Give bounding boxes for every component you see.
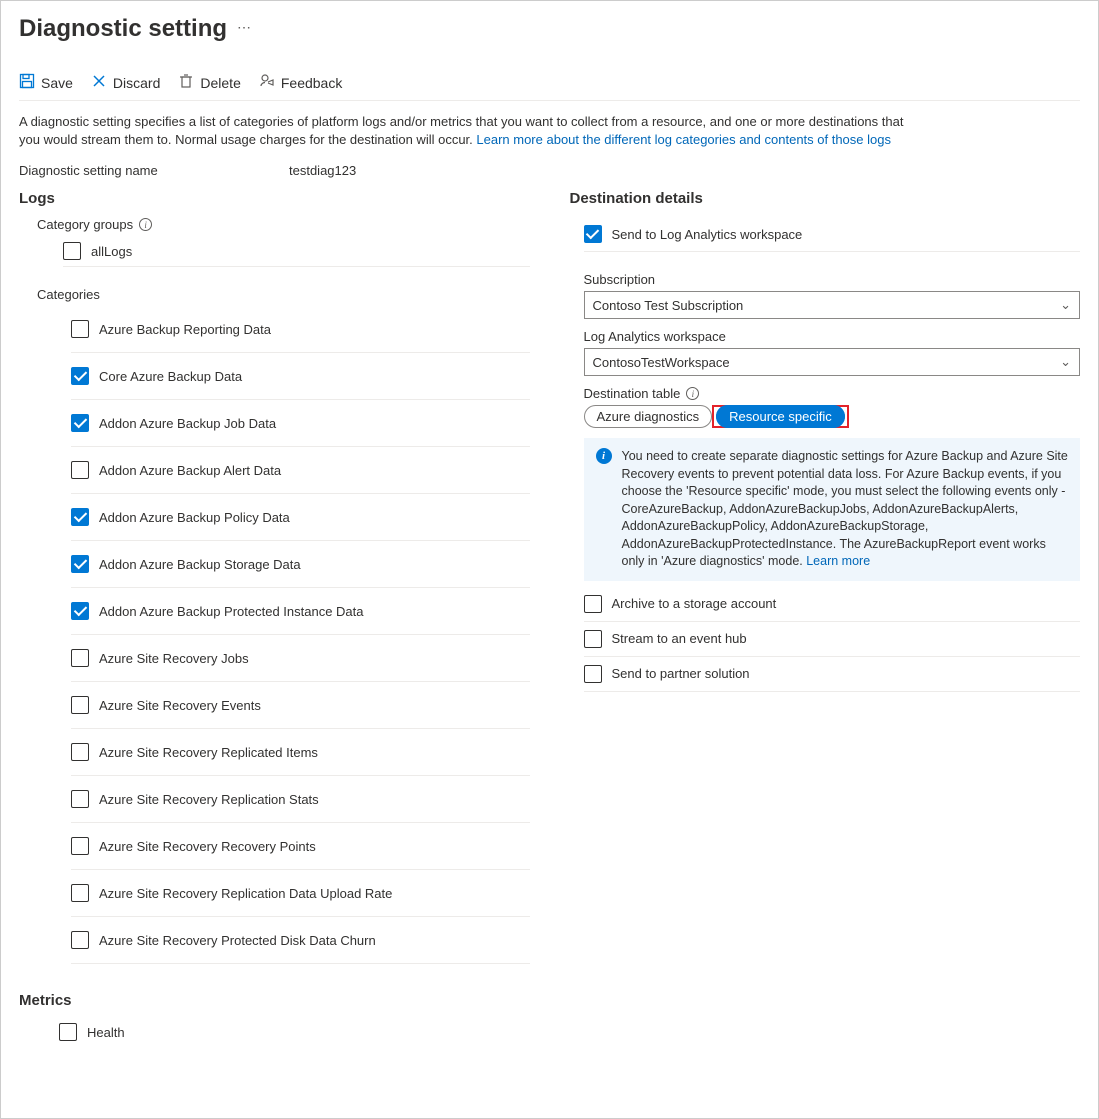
category-label: Addon Azure Backup Alert Data: [99, 463, 281, 478]
feedback-icon: [259, 73, 275, 92]
category-checkbox[interactable]: [71, 508, 89, 526]
category-checkbox[interactable]: [71, 461, 89, 479]
eventhub-label: Stream to an event hub: [612, 631, 747, 646]
category-checkbox[interactable]: [71, 414, 89, 432]
category-label: Addon Azure Backup Job Data: [99, 416, 276, 431]
category-label: Azure Site Recovery Replication Stats: [99, 792, 319, 807]
category-label: Azure Site Recovery Replication Data Upl…: [99, 886, 392, 901]
category-label: Addon Azure Backup Storage Data: [99, 557, 301, 572]
archive-label: Archive to a storage account: [612, 596, 777, 611]
trash-icon: [178, 73, 194, 92]
workspace-select[interactable]: ContosoTestWorkspace ⌄: [584, 348, 1081, 376]
highlight-box: Resource specific: [712, 405, 849, 428]
learn-more-link[interactable]: Learn more about the different log categ…: [476, 132, 891, 147]
workspace-label: Log Analytics workspace: [584, 329, 1081, 344]
metrics-heading: Metrics: [19, 992, 530, 1009]
category-checkbox[interactable]: [71, 931, 89, 949]
toggle-resource-specific[interactable]: Resource specific: [716, 405, 845, 428]
categories-label: Categories: [37, 287, 530, 302]
feedback-button[interactable]: Feedback: [259, 73, 342, 92]
category-checkbox[interactable]: [71, 367, 89, 385]
send-la-checkbox[interactable]: [584, 225, 602, 243]
save-icon: [19, 73, 35, 92]
metric-label: Health: [87, 1025, 125, 1040]
chevron-down-icon: ⌄: [1060, 354, 1071, 370]
category-checkbox[interactable]: [71, 602, 89, 620]
close-icon: [91, 73, 107, 92]
chevron-down-icon: ⌄: [1060, 297, 1071, 313]
category-label: Addon Azure Backup Protected Instance Da…: [99, 604, 364, 619]
category-checkbox[interactable]: [71, 320, 89, 338]
info-icon[interactable]: i: [139, 218, 152, 231]
delete-label: Delete: [200, 75, 240, 91]
metric-checkbox[interactable]: [59, 1023, 77, 1041]
info-learn-more-link[interactable]: Learn more: [806, 554, 870, 568]
category-checkbox[interactable]: [71, 696, 89, 714]
info-icon: i: [596, 448, 612, 464]
destination-heading: Destination details: [570, 190, 1081, 207]
partner-label: Send to partner solution: [612, 666, 750, 681]
more-icon[interactable]: ⋯: [237, 19, 253, 40]
category-checkbox[interactable]: [71, 837, 89, 855]
category-label: Azure Backup Reporting Data: [99, 322, 271, 337]
category-checkbox[interactable]: [71, 790, 89, 808]
save-button[interactable]: Save: [19, 73, 73, 92]
category-checkbox[interactable]: [71, 649, 89, 667]
category-checkbox[interactable]: [71, 884, 89, 902]
send-la-label: Send to Log Analytics workspace: [612, 227, 803, 242]
category-label: Azure Site Recovery Protected Disk Data …: [99, 933, 376, 948]
discard-button[interactable]: Discard: [91, 73, 160, 92]
alllogs-checkbox[interactable]: [63, 242, 81, 260]
archive-checkbox[interactable]: [584, 595, 602, 613]
logs-heading: Logs: [19, 190, 530, 207]
category-label: Azure Site Recovery Events: [99, 698, 261, 713]
delete-button[interactable]: Delete: [178, 73, 240, 92]
category-checkbox[interactable]: [71, 555, 89, 573]
page-title: Diagnostic setting: [19, 15, 227, 43]
category-label: Azure Site Recovery Replicated Items: [99, 745, 318, 760]
eventhub-checkbox[interactable]: [584, 630, 602, 648]
category-checkbox[interactable]: [71, 743, 89, 761]
category-label: Azure Site Recovery Jobs: [99, 651, 249, 666]
category-label: Core Azure Backup Data: [99, 369, 242, 384]
category-groups-label: Category groups i: [37, 217, 530, 232]
toggle-azure-diagnostics[interactable]: Azure diagnostics: [584, 405, 713, 428]
dest-table-label: Destination table i: [584, 386, 1081, 401]
discard-label: Discard: [113, 75, 160, 91]
info-callout: i You need to create separate diagnostic…: [584, 438, 1081, 581]
info-icon[interactable]: i: [686, 387, 699, 400]
category-label: Addon Azure Backup Policy Data: [99, 510, 290, 525]
category-label: Azure Site Recovery Recovery Points: [99, 839, 316, 854]
setting-name-label: Diagnostic setting name: [19, 163, 289, 178]
setting-name-value[interactable]: testdiag123: [289, 163, 356, 178]
alllogs-label: allLogs: [91, 244, 132, 259]
feedback-label: Feedback: [281, 75, 342, 91]
partner-checkbox[interactable]: [584, 665, 602, 683]
save-label: Save: [41, 75, 73, 91]
description-text: A diagnostic setting specifies a list of…: [19, 113, 919, 149]
subscription-select[interactable]: Contoso Test Subscription ⌄: [584, 291, 1081, 319]
subscription-label: Subscription: [584, 272, 1081, 287]
